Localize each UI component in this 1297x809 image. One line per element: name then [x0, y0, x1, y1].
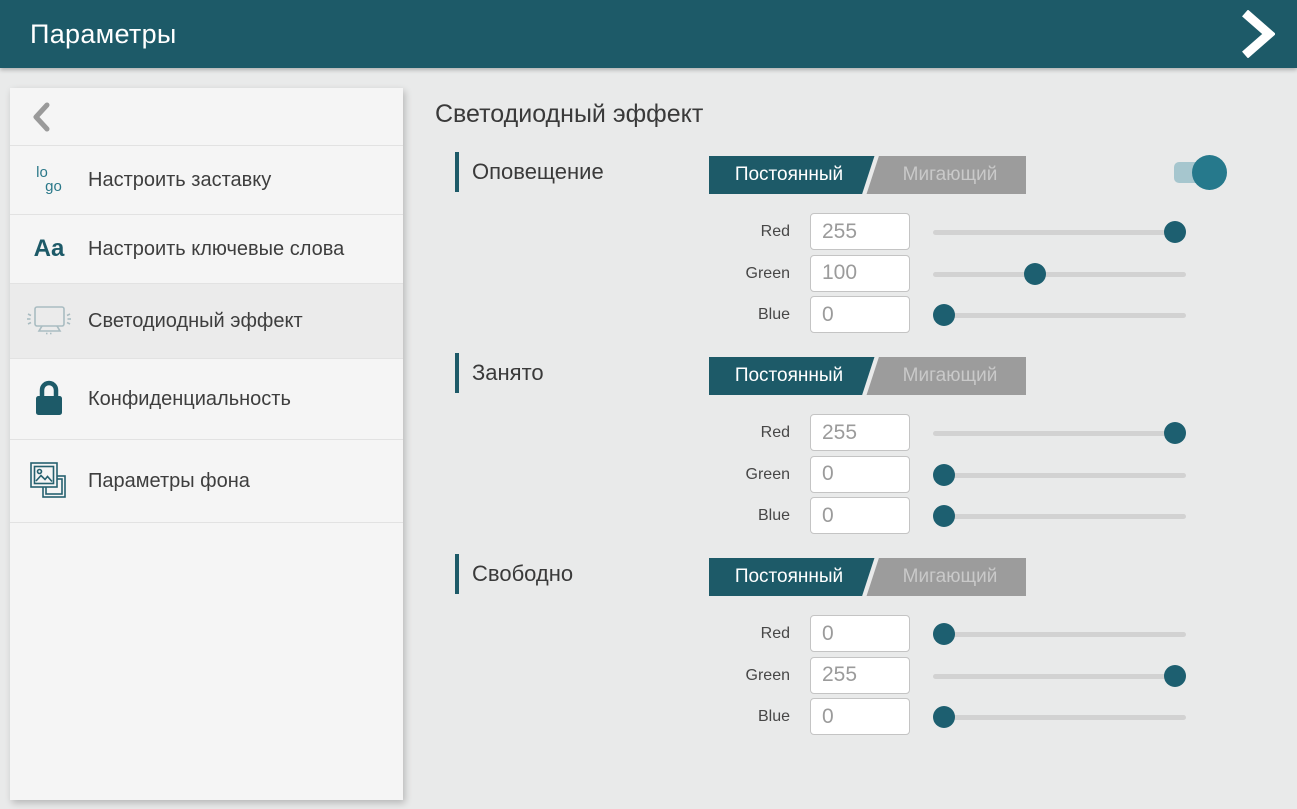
green-value-input[interactable]	[810, 255, 910, 292]
mode-toggle: Постоянный Мигающий	[709, 357, 1026, 395]
blue-row: Blue	[435, 296, 1245, 334]
sidebar-item-privacy[interactable]: Конфиденциальность	[10, 359, 403, 440]
sidebar-item-label: Светодиодный эффект	[88, 308, 303, 334]
settings-sidebar: lo go Настроить заставку Aa Настроить кл…	[10, 88, 403, 800]
blue-slider	[933, 296, 1186, 334]
green-label: Green	[615, 657, 790, 695]
blue-row: Blue	[435, 698, 1245, 736]
sidebar-back-button[interactable]	[10, 88, 403, 146]
slider-thumb[interactable]	[1164, 422, 1186, 444]
red-row: Red	[435, 213, 1245, 251]
section-title: Свободно	[472, 561, 573, 587]
blue-label: Blue	[615, 497, 790, 535]
slider-track[interactable]	[933, 715, 1186, 720]
green-row: Green	[435, 255, 1245, 293]
red-row: Red	[435, 414, 1245, 452]
slider-track[interactable]	[933, 514, 1186, 519]
background-image-icon	[10, 460, 88, 502]
blue-label: Blue	[615, 698, 790, 736]
green-row: Green	[435, 456, 1245, 494]
green-label: Green	[615, 456, 790, 494]
sidebar-item-splash-screen[interactable]: lo go Настроить заставку	[10, 146, 403, 215]
sidebar-item-label: Настроить заставку	[88, 167, 271, 193]
red-label: Red	[615, 414, 790, 452]
slider-thumb[interactable]	[933, 304, 955, 326]
logo-icon: lo go	[10, 166, 88, 194]
section-accent-bar	[455, 554, 459, 594]
slider-thumb[interactable]	[1164, 221, 1186, 243]
blue-slider	[933, 698, 1186, 736]
back-chevron-icon	[30, 102, 52, 132]
red-row: Red	[435, 615, 1245, 653]
slider-track[interactable]	[933, 272, 1186, 277]
sidebar-item-led-effect[interactable]: Светодиодный эффект	[10, 284, 403, 359]
slider-thumb[interactable]	[933, 706, 955, 728]
switch-knob	[1192, 155, 1227, 190]
green-slider	[933, 657, 1186, 695]
red-value-input[interactable]	[810, 213, 910, 250]
slider-track[interactable]	[933, 632, 1186, 637]
slider-track[interactable]	[933, 674, 1186, 679]
green-slider	[933, 255, 1186, 293]
red-slider	[933, 615, 1186, 653]
sidebar-item-keywords[interactable]: Aa Настроить ключевые слова	[10, 215, 403, 284]
red-label: Red	[615, 213, 790, 251]
green-slider	[933, 456, 1186, 494]
content-title: Светодиодный эффект	[435, 100, 703, 129]
red-label: Red	[615, 615, 790, 653]
green-row: Green	[435, 657, 1245, 695]
section-accent-bar	[455, 353, 459, 393]
red-slider	[933, 414, 1186, 452]
led-effect-icon	[10, 304, 88, 338]
green-value-input[interactable]	[810, 657, 910, 694]
green-label: Green	[615, 255, 790, 293]
blue-label: Blue	[615, 296, 790, 334]
red-value-input[interactable]	[810, 414, 910, 451]
section-accent-bar	[455, 152, 459, 192]
blue-value-input[interactable]	[810, 698, 910, 735]
blue-slider	[933, 497, 1186, 535]
blue-value-input[interactable]	[810, 497, 910, 534]
section-alert: Оповещение Постоянный Мигающий Red Green…	[435, 150, 1245, 350]
section-title: Оповещение	[472, 159, 604, 185]
sidebar-item-label: Параметры фона	[88, 468, 250, 494]
sidebar-item-label: Настроить ключевые слова	[88, 236, 344, 262]
slider-thumb[interactable]	[933, 464, 955, 486]
section-title: Занято	[472, 360, 544, 386]
forward-chevron-icon[interactable]	[1241, 10, 1275, 58]
sidebar-item-label: Конфиденциальность	[88, 386, 291, 412]
mode-toggle: Постоянный Мигающий	[709, 156, 1026, 194]
app-header: Параметры	[0, 0, 1297, 68]
mode-toggle: Постоянный Мигающий	[709, 558, 1026, 596]
section-busy: Занято Постоянный Мигающий Red Green Blu…	[435, 351, 1245, 551]
red-slider	[933, 213, 1186, 251]
slider-track[interactable]	[933, 473, 1186, 478]
slider-thumb[interactable]	[1024, 263, 1046, 285]
page-title: Параметры	[30, 19, 177, 50]
slider-track[interactable]	[933, 313, 1186, 318]
blue-value-input[interactable]	[810, 296, 910, 333]
slider-track[interactable]	[933, 230, 1186, 235]
slider-thumb[interactable]	[933, 505, 955, 527]
lock-icon	[10, 379, 88, 419]
keywords-icon: Aa	[10, 235, 88, 263]
slider-thumb[interactable]	[1164, 665, 1186, 687]
green-value-input[interactable]	[810, 456, 910, 493]
enable-switch[interactable]	[1174, 153, 1250, 191]
red-value-input[interactable]	[810, 615, 910, 652]
section-free: Свободно Постоянный Мигающий Red Green B…	[435, 552, 1245, 752]
blue-row: Blue	[435, 497, 1245, 535]
slider-track[interactable]	[933, 431, 1186, 436]
slider-thumb[interactable]	[933, 623, 955, 645]
sidebar-item-background[interactable]: Параметры фона	[10, 440, 403, 523]
